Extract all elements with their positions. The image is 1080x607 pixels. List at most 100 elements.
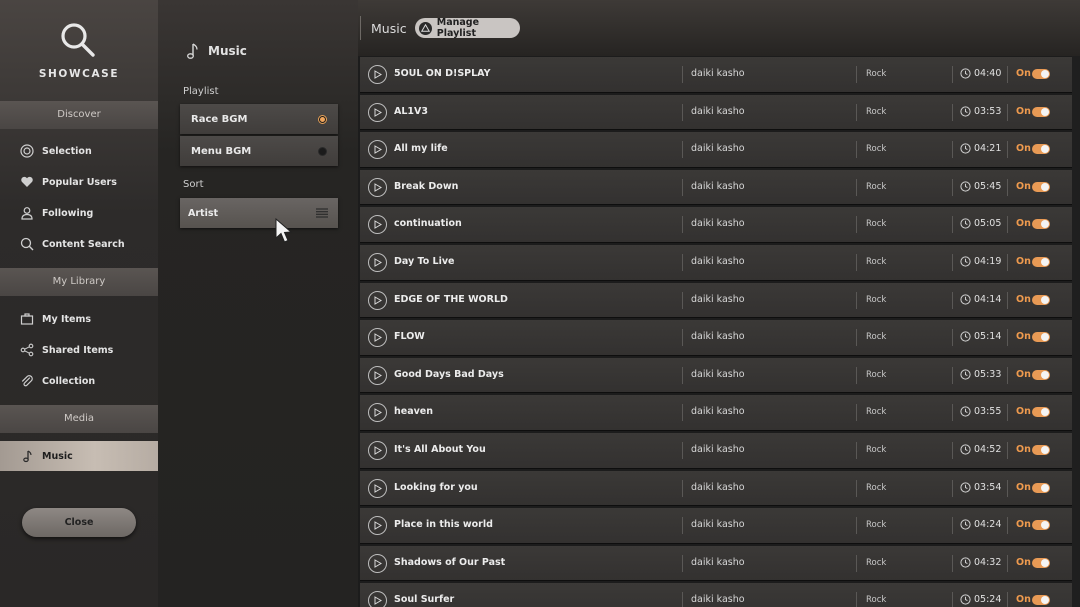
column-divider	[856, 554, 857, 572]
track-toggle[interactable]	[1032, 294, 1050, 305]
track-toggle[interactable]	[1032, 257, 1050, 267]
play-button[interactable]	[368, 403, 387, 423]
track-state: On	[1016, 218, 1031, 230]
play-icon	[374, 446, 382, 455]
track-toggle[interactable]	[1032, 219, 1050, 230]
track-toggle[interactable]	[1032, 482, 1050, 493]
play-button[interactable]	[368, 441, 387, 460]
column-divider	[682, 442, 683, 459]
track-toggle[interactable]	[1032, 557, 1050, 568]
track-state: On	[1016, 68, 1031, 79]
sidebar-item-shared-items[interactable]: Shared Items	[0, 335, 158, 365]
track-toggle[interactable]	[1032, 332, 1050, 343]
playlist-item-menu-bgm[interactable]: Menu BGM	[180, 136, 338, 166]
track-toggle[interactable]	[1032, 407, 1050, 418]
track-duration: 05:05	[974, 218, 1002, 230]
play-button[interactable]	[368, 102, 387, 122]
logo: SHOWCASE	[0, 0, 158, 100]
track-row[interactable]: It's All About You daiki kasho Rock 04:52 On	[360, 433, 1072, 468]
track-state: On	[1016, 519, 1031, 531]
clock-icon	[960, 369, 971, 380]
column-divider	[952, 254, 953, 271]
column-divider	[952, 103, 953, 121]
column-divider	[1007, 254, 1008, 271]
track-row[interactable]: 5OUL ON D!SPLAY daiki kasho Rock 04:40 On	[360, 57, 1072, 92]
sidebar-item-label: Shared Items	[42, 344, 114, 356]
play-button[interactable]	[368, 516, 387, 536]
sidebar-item-label: Music	[42, 450, 73, 462]
column-divider	[952, 366, 953, 384]
sidebar-item-selection[interactable]: Selection	[0, 136, 158, 166]
play-icon	[374, 370, 382, 380]
track-row[interactable]: Place in this world daiki kasho Rock 04:24 O…	[360, 508, 1072, 543]
track-toggle[interactable]	[1032, 520, 1050, 531]
track-row[interactable]: continuation daiki kasho Rock 05:05 On	[360, 207, 1072, 242]
track-row[interactable]: Day To Live daiki kasho Rock 04:19 On	[360, 245, 1072, 280]
track-row[interactable]: EDGE OF THE WORLD daiki kasho Rock 04:14 On	[360, 282, 1072, 318]
column-divider	[1007, 329, 1008, 347]
track-row[interactable]: Shadows of Our Past daiki kasho Rock 04:32 O…	[360, 545, 1072, 581]
heart-icon	[20, 175, 34, 189]
selection-icon	[20, 144, 34, 158]
track-row[interactable]: All my life daiki kasho Rock 04:21 On	[360, 132, 1072, 167]
play-button[interactable]	[368, 140, 387, 160]
play-icon	[374, 521, 382, 531]
play-icon	[374, 408, 382, 418]
track-row[interactable]: AL1V3 daiki kasho Rock 03:53 On	[360, 94, 1072, 130]
paperclip-icon	[20, 374, 34, 388]
play-button[interactable]	[368, 553, 387, 573]
track-artist: daiki kasho	[691, 293, 745, 305]
track-row[interactable]: Break Down daiki kasho Rock 05:45 On	[360, 169, 1072, 205]
track-row[interactable]: Looking for you daiki kasho Rock 03:54 On	[360, 470, 1072, 506]
manage-playlist-button[interactable]: Manage Playlist	[415, 17, 520, 39]
clock-icon	[960, 331, 971, 342]
clock-icon	[960, 481, 971, 493]
track-toggle[interactable]	[1032, 144, 1050, 155]
track-toggle[interactable]	[1032, 445, 1050, 455]
play-button[interactable]	[368, 65, 387, 84]
play-button[interactable]	[368, 328, 387, 348]
track-toggle[interactable]	[1032, 369, 1050, 380]
track-title: FLOW	[394, 331, 425, 343]
play-button[interactable]	[368, 591, 387, 607]
track-genre: Rock	[866, 294, 887, 305]
column-divider	[952, 216, 953, 234]
sidebar-item-popular-users[interactable]: Popular Users	[0, 167, 158, 197]
playlist-item-race-bgm[interactable]: Race BGM	[180, 104, 338, 134]
sidebar-item-following[interactable]: Following	[0, 198, 158, 228]
track-duration: 04:21	[974, 143, 1002, 155]
close-button[interactable]: Close	[22, 508, 136, 537]
track-title: Soul Surfer	[394, 594, 455, 606]
track-artist: daiki kasho	[691, 594, 745, 606]
column-divider	[682, 404, 683, 422]
play-button[interactable]	[368, 253, 387, 272]
track-artist: daiki kasho	[691, 256, 745, 267]
play-button[interactable]	[368, 365, 387, 385]
play-button[interactable]	[368, 290, 387, 310]
track-row[interactable]: heaven daiki kasho Rock 03:55 On	[360, 395, 1072, 430]
track-toggle[interactable]	[1032, 69, 1050, 79]
sidebar-item-content-search[interactable]: Content Search	[0, 229, 158, 259]
sidebar-item-collection[interactable]: Collection	[0, 366, 158, 396]
column-divider	[1007, 178, 1008, 196]
track-title: It's All About You	[394, 444, 486, 455]
track-duration: 03:54	[974, 481, 1002, 493]
sort-select[interactable]: Artist	[180, 198, 338, 228]
play-button[interactable]	[368, 478, 387, 498]
column-divider	[682, 592, 683, 607]
sidebar-item-music[interactable]: Music	[0, 441, 158, 471]
sidebar-item-label: Collection	[42, 375, 96, 387]
track-row[interactable]: Soul Surfer daiki kasho Rock 05:24 On	[360, 583, 1072, 607]
track-genre: Rock	[866, 69, 887, 79]
track-row[interactable]: Good Days Bad Days daiki kasho Rock 05:33 On	[360, 357, 1072, 393]
track-toggle[interactable]	[1032, 106, 1050, 117]
play-button[interactable]	[368, 177, 387, 197]
sidebar-item-my-items[interactable]: My Items	[0, 304, 158, 334]
play-button[interactable]	[368, 215, 387, 235]
panel-title: Music	[184, 42, 247, 60]
track-title: Good Days Bad Days	[394, 368, 504, 380]
track-genre: Rock	[866, 181, 887, 192]
track-toggle[interactable]	[1032, 181, 1050, 192]
track-row[interactable]: FLOW daiki kasho Rock 05:14 On	[360, 320, 1072, 355]
track-toggle[interactable]	[1032, 595, 1050, 606]
